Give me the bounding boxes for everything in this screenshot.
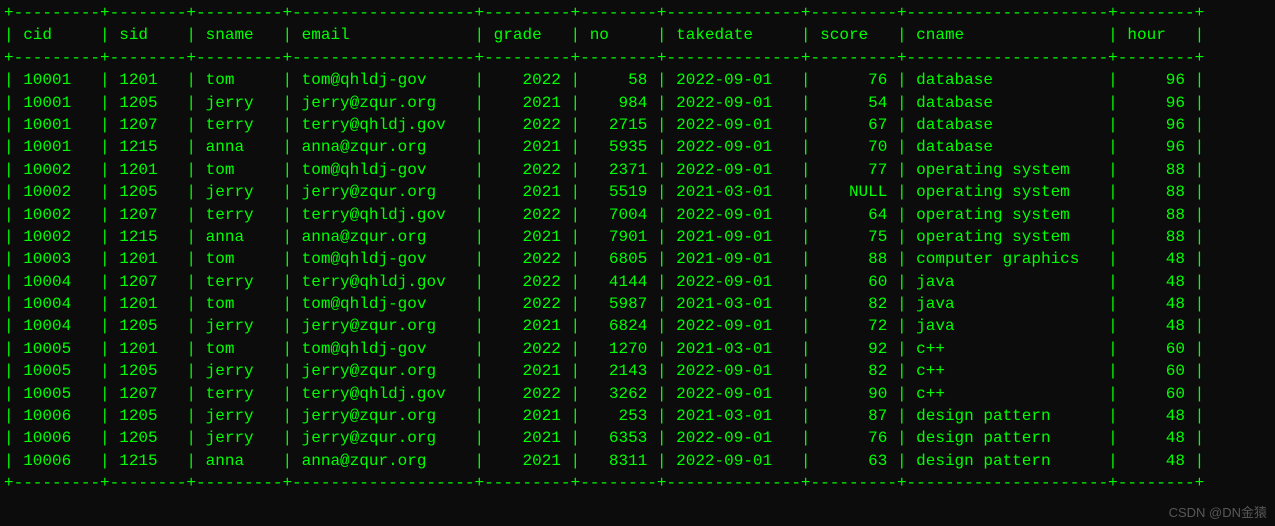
sql-result-table: +---------+--------+---------+----------… bbox=[0, 0, 1275, 497]
watermark: CSDN @DN金猿 bbox=[1169, 504, 1267, 522]
